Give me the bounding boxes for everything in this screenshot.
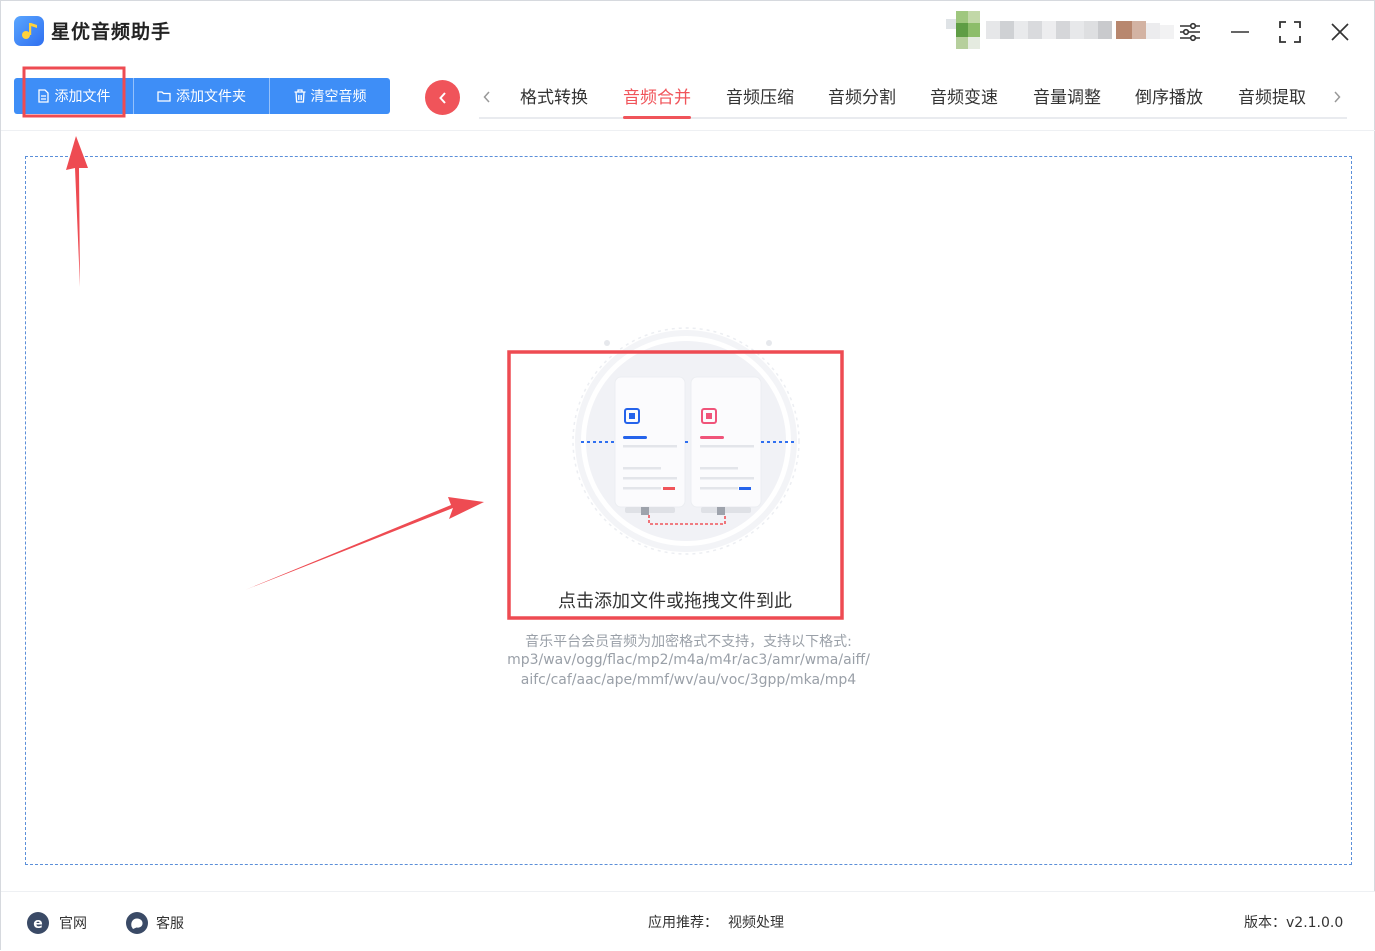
browser-e-icon: e — [27, 912, 49, 934]
chat-bubble-icon — [126, 912, 148, 934]
video-processing-link[interactable]: 视频处理 — [728, 912, 784, 932]
tab-audio-split[interactable]: 音频分割 — [828, 83, 896, 119]
tab-reverse-play[interactable]: 倒序播放 — [1135, 83, 1203, 119]
app-title: 星优音频助手 — [51, 21, 172, 43]
app-recommend-label: 应用推荐： — [648, 915, 718, 931]
official-website-label: 官网 — [59, 916, 87, 932]
maximize-icon[interactable] — [1273, 15, 1307, 49]
clear-audio-label: 清空音频 — [310, 89, 367, 105]
tab-volume-adjust[interactable]: 音量调整 — [1033, 83, 1101, 119]
svg-text:e: e — [33, 916, 43, 932]
chevron-left-icon — [483, 91, 490, 103]
clear-audio-button[interactable]: 清空音频 — [270, 78, 390, 114]
tab-audio-merge[interactable]: 音频合并 — [623, 83, 691, 119]
tab-audio-compress[interactable]: 音频压缩 — [726, 83, 794, 119]
tab-audio-extract[interactable]: 音频提取 — [1238, 83, 1306, 119]
add-file-label: 添加文件 — [54, 89, 111, 105]
drop-zone-note-line3: aifc/caf/aac/ape/mmf/wv/au/voc/3gpp/mka/… — [520, 672, 857, 688]
customer-service-link[interactable]: 客服 — [125, 911, 184, 935]
add-file-button[interactable]: 添加文件 — [14, 78, 134, 114]
tabs-scroll-left-button[interactable] — [477, 85, 497, 109]
trash-icon — [294, 89, 305, 103]
title-bar: 星优音频助手 — [1, 1, 1375, 63]
tab-audio-speed[interactable]: 音频变速 — [930, 83, 998, 119]
app-logo-icon — [14, 16, 44, 46]
file-icon — [37, 89, 49, 103]
drop-zone-note-line2: mp3/wav/ogg/flac/mp2/m4a/m4r/ac3/amr/wma… — [507, 652, 870, 668]
drop-zone-title: 点击添加文件或拖拽文件到此 — [558, 591, 792, 612]
official-website-link[interactable]: e 官网 — [26, 911, 87, 935]
close-icon[interactable] — [1323, 15, 1357, 49]
chevron-right-icon — [1334, 91, 1341, 103]
app-window: 星优音频助手 添加文件 添加文件夹 清空音频 格式转换 音频合并 音频压缩 音频… — [0, 0, 1375, 951]
customer-service-label: 客服 — [156, 916, 184, 932]
add-folder-label: 添加文件夹 — [176, 89, 246, 105]
settings-sliders-icon[interactable] — [1173, 15, 1207, 49]
add-folder-button[interactable]: 添加文件夹 — [134, 78, 270, 114]
tabs-underline — [479, 117, 1347, 119]
user-avatar[interactable] — [946, 9, 1178, 53]
chevron-left-icon — [438, 91, 446, 104]
collapse-sidebar-button[interactable] — [425, 80, 460, 115]
file-drop-zone[interactable] — [25, 156, 1352, 865]
tab-format-convert[interactable]: 格式转换 — [520, 83, 588, 119]
version-label: 版本：v2.1.0.0 — [1244, 915, 1344, 931]
minimize-icon[interactable] — [1223, 15, 1257, 49]
drop-zone-note-line1: 音乐平台会员音频为加密格式不支持，支持以下格式: — [525, 634, 852, 650]
tabs-scroll-right-button[interactable] — [1327, 85, 1347, 109]
file-button-group: 添加文件 添加文件夹 清空音频 — [14, 78, 390, 114]
folder-icon — [157, 91, 171, 102]
